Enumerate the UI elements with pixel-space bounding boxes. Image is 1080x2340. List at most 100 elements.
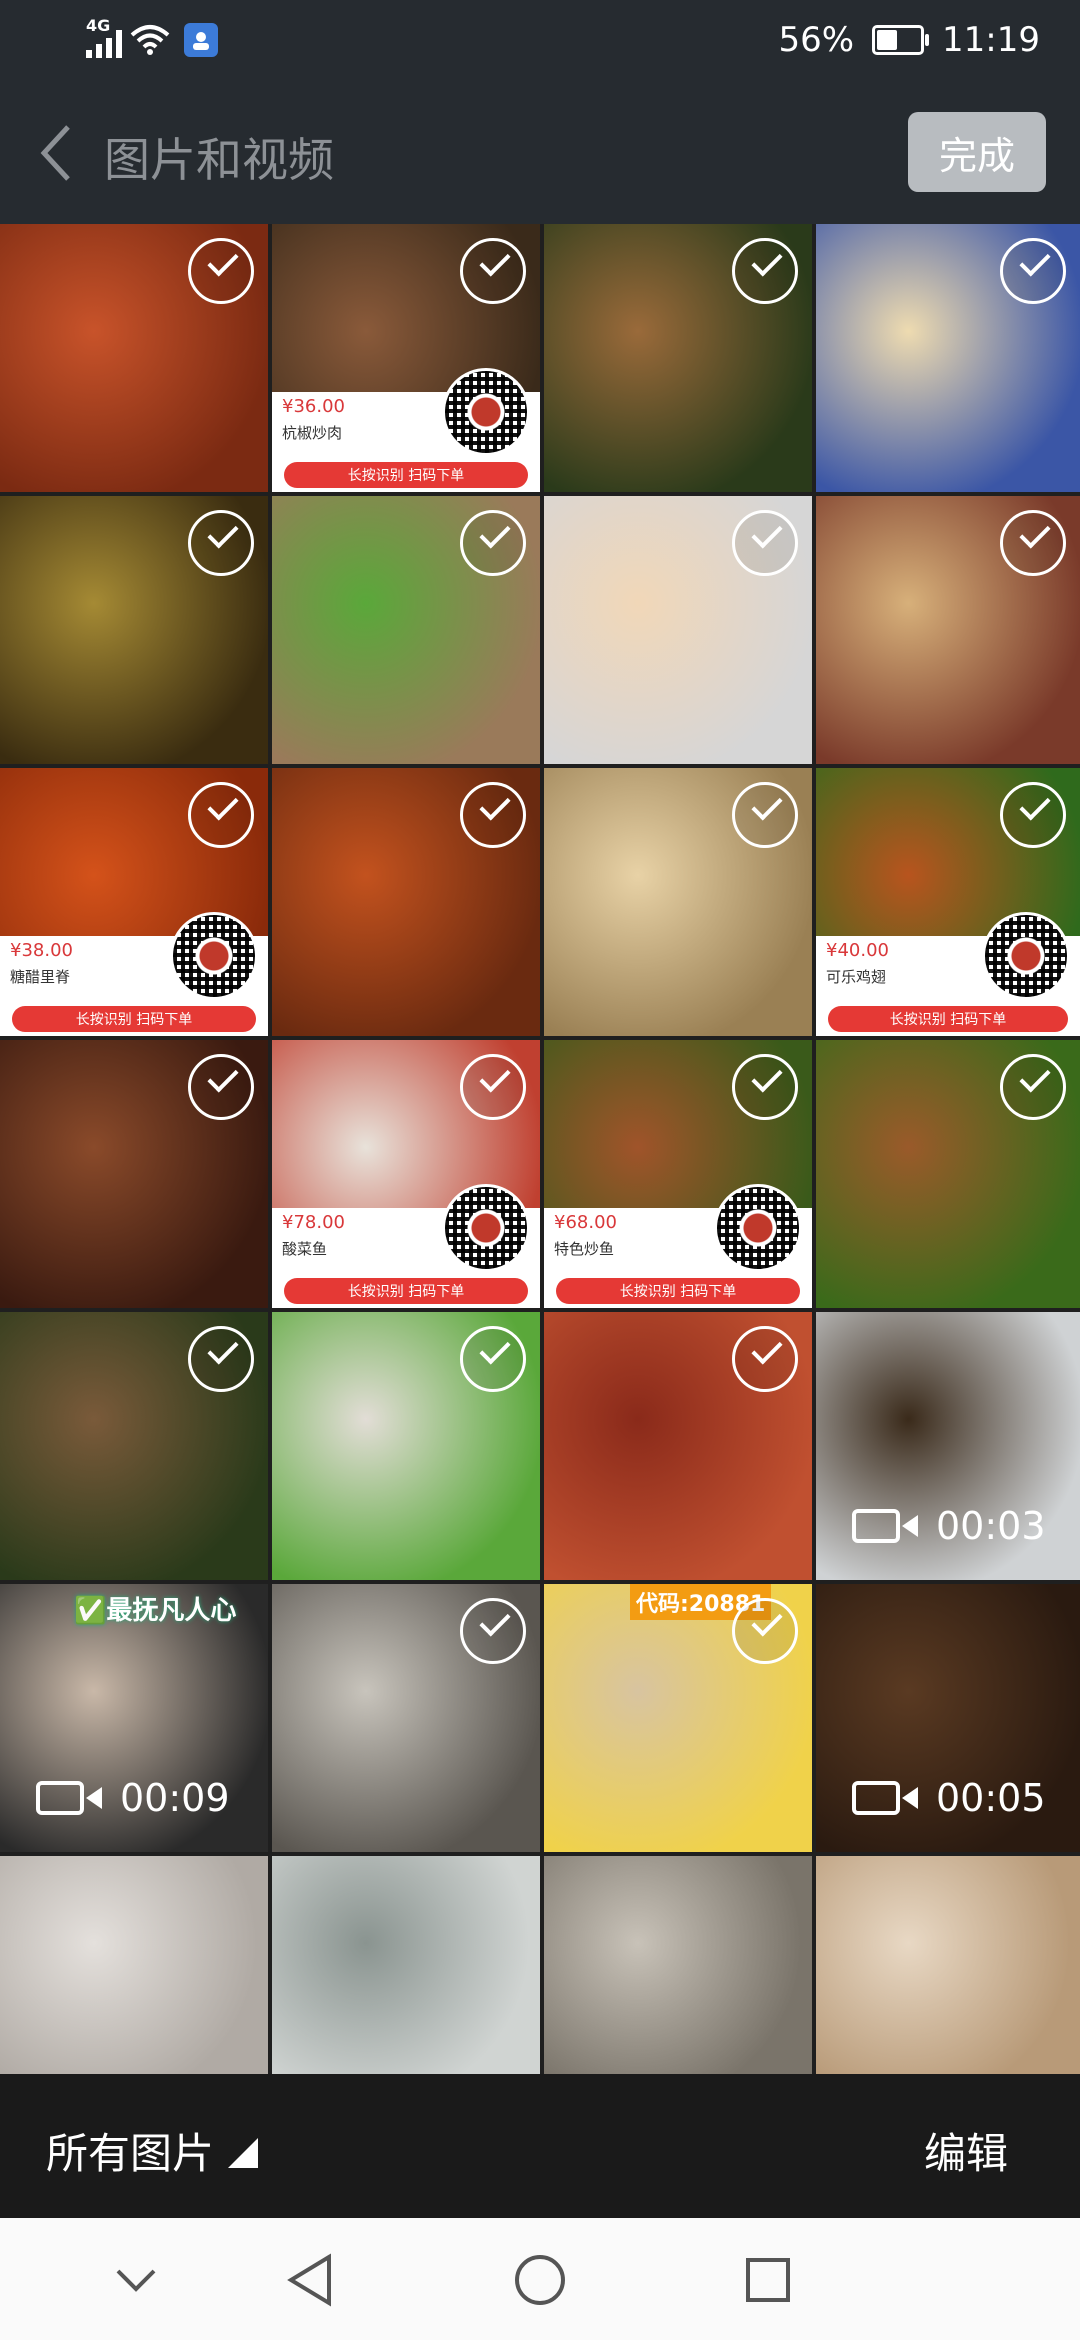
back-arrow-icon (40, 125, 70, 181)
video-duration: 00:05 (936, 1776, 1046, 1820)
card-price: ¥68.00 (554, 1212, 617, 1233)
status-left: 4G (86, 16, 218, 62)
photo-thumbnail[interactable] (544, 224, 812, 492)
album-selector[interactable]: 所有图片 (46, 2120, 259, 2181)
card-dish-name: 特色炒鱼 (554, 1240, 615, 1258)
selection-check-icon[interactable] (1000, 510, 1066, 576)
video-indicator: 00:03 (852, 1504, 1046, 1548)
card-price: ¥36.00 (282, 396, 345, 417)
back-triangle-icon[interactable] (280, 2250, 340, 2310)
photo-thumbnail[interactable] (0, 1856, 268, 2074)
wifi-icon (130, 25, 170, 55)
thumbnail-overlay-text: ✅最抚凡人心 (74, 1596, 237, 1626)
photo-thumbnail[interactable]: ¥40.00 可乐鸡翅 长按识别 扫码下单 (816, 768, 1080, 1036)
status-right: 56% 11:19 (778, 18, 1040, 62)
dropdown-triangle-icon (228, 2137, 259, 2168)
selection-check-icon[interactable] (188, 238, 254, 304)
selection-check-icon[interactable] (1000, 238, 1066, 304)
video-indicator: 00:09 (36, 1776, 230, 1820)
back-button[interactable] (26, 118, 86, 188)
selection-check-icon[interactable] (732, 1054, 798, 1120)
photo-thumbnail[interactable] (272, 496, 540, 764)
card-dish-name: 酸菜鱼 (282, 1240, 328, 1258)
photo-thumbnail[interactable] (0, 1312, 268, 1580)
video-thumbnail[interactable]: 00:05 (816, 1584, 1080, 1852)
photo-thumbnail[interactable] (816, 496, 1080, 764)
done-button[interactable]: 完成 (908, 112, 1046, 192)
selection-check-icon[interactable] (188, 782, 254, 848)
card-dish-name: 糖醋里脊 (10, 968, 71, 986)
card-scan-bar: 长按识别 扫码下单 (12, 1006, 256, 1032)
photo-thumbnail[interactable] (816, 1040, 1080, 1308)
photo-thumbnail[interactable] (816, 1856, 1080, 2074)
selection-check-icon[interactable] (460, 1054, 526, 1120)
card-price: ¥78.00 (282, 1212, 345, 1233)
card-dish-name: 杭椒炒肉 (282, 424, 343, 442)
clock: 11:19 (942, 20, 1040, 60)
video-thumbnail[interactable]: ✅最抚凡人心 00:09 (0, 1584, 268, 1852)
video-duration: 00:09 (120, 1776, 230, 1820)
battery-percent: 56% (778, 20, 855, 60)
selection-check-icon[interactable] (732, 1598, 798, 1664)
photo-thumbnail[interactable] (272, 1584, 540, 1852)
album-label: 所有图片 (46, 2129, 215, 2178)
qr-code-icon (982, 912, 1070, 1000)
selection-check-icon[interactable] (188, 1054, 254, 1120)
photo-thumbnail[interactable] (544, 496, 812, 764)
selection-check-icon[interactable] (732, 1326, 798, 1392)
status-bar: 4G 56% 11:19 (0, 0, 1080, 80)
photo-thumbnail[interactable] (272, 1312, 540, 1580)
selection-check-icon[interactable] (460, 782, 526, 848)
page-title: 图片和视频 (104, 133, 334, 187)
selection-check-icon[interactable] (732, 782, 798, 848)
selection-check-icon[interactable] (732, 510, 798, 576)
photo-thumbnail[interactable] (0, 1040, 268, 1308)
header: 图片和视频 完成 (0, 80, 1080, 224)
qr-code-icon (442, 1184, 530, 1272)
photo-thumbnail[interactable] (544, 768, 812, 1036)
app-notification-icon (184, 23, 218, 57)
photo-thumbnail[interactable]: ¥68.00 特色炒鱼长按识别 扫码下单 (544, 1040, 812, 1308)
selection-check-icon[interactable] (1000, 782, 1066, 848)
video-camera-icon (852, 1509, 918, 1543)
photo-thumbnail[interactable]: ¥38.00 糖醋里脊长按识别 扫码下单 (0, 768, 268, 1036)
selection-check-icon[interactable] (460, 1326, 526, 1392)
photo-thumbnail[interactable] (0, 496, 268, 764)
signal-icon: 4G (86, 16, 122, 58)
card-dish-name: 可乐鸡翅 (826, 968, 887, 986)
photo-thumbnail[interactable]: ¥36.00 杭椒炒肉长按识别 扫码下单 (272, 224, 540, 492)
photo-thumbnail[interactable]: 代码:20881 (544, 1584, 812, 1852)
qr-code-icon (714, 1184, 802, 1272)
photo-thumbnail[interactable] (544, 1856, 812, 2074)
photo-thumbnail[interactable] (544, 1312, 812, 1580)
selection-check-icon[interactable] (1000, 1054, 1066, 1120)
video-thumbnail[interactable]: 00:03 (816, 1312, 1080, 1580)
home-circle-icon[interactable] (510, 2250, 570, 2310)
system-nav-bar (0, 2218, 1080, 2340)
recents-square-icon[interactable] (738, 2250, 798, 2310)
card-price: ¥38.00 (10, 940, 73, 961)
chevron-down-icon[interactable] (106, 2250, 166, 2310)
edit-button[interactable]: 编辑 (924, 2120, 1008, 2181)
selection-check-icon[interactable] (460, 1598, 526, 1664)
video-camera-icon (852, 1781, 918, 1815)
selection-check-icon[interactable] (732, 238, 798, 304)
photo-thumbnail[interactable] (272, 1856, 540, 2074)
card-scan-bar: 长按识别 扫码下单 (556, 1278, 800, 1304)
photo-thumbnail[interactable] (272, 768, 540, 1036)
video-indicator: 00:05 (852, 1776, 1046, 1820)
video-duration: 00:03 (936, 1504, 1046, 1548)
photo-thumbnail[interactable] (816, 224, 1080, 492)
selection-check-icon[interactable] (188, 510, 254, 576)
photo-thumbnail[interactable]: ¥78.00 酸菜鱼 长按识别 扫码下单 (272, 1040, 540, 1308)
selection-check-icon[interactable] (460, 238, 526, 304)
photo-thumbnail[interactable] (0, 224, 268, 492)
photo-grid[interactable]: ¥36.00 杭椒炒肉 长按识别 扫码下单 ¥38.00 糖醋里脊 长按识别 扫码下单 ¥4… (0, 224, 1080, 2074)
selection-check-icon[interactable] (460, 510, 526, 576)
battery-icon (872, 25, 930, 55)
bottom-toolbar: 所有图片 编辑 (0, 2074, 1080, 2218)
card-price: ¥40.00 (826, 940, 889, 961)
card-scan-bar: 长按识别 扫码下单 (284, 462, 528, 488)
selection-check-icon[interactable] (188, 1326, 254, 1392)
video-camera-icon (36, 1781, 102, 1815)
